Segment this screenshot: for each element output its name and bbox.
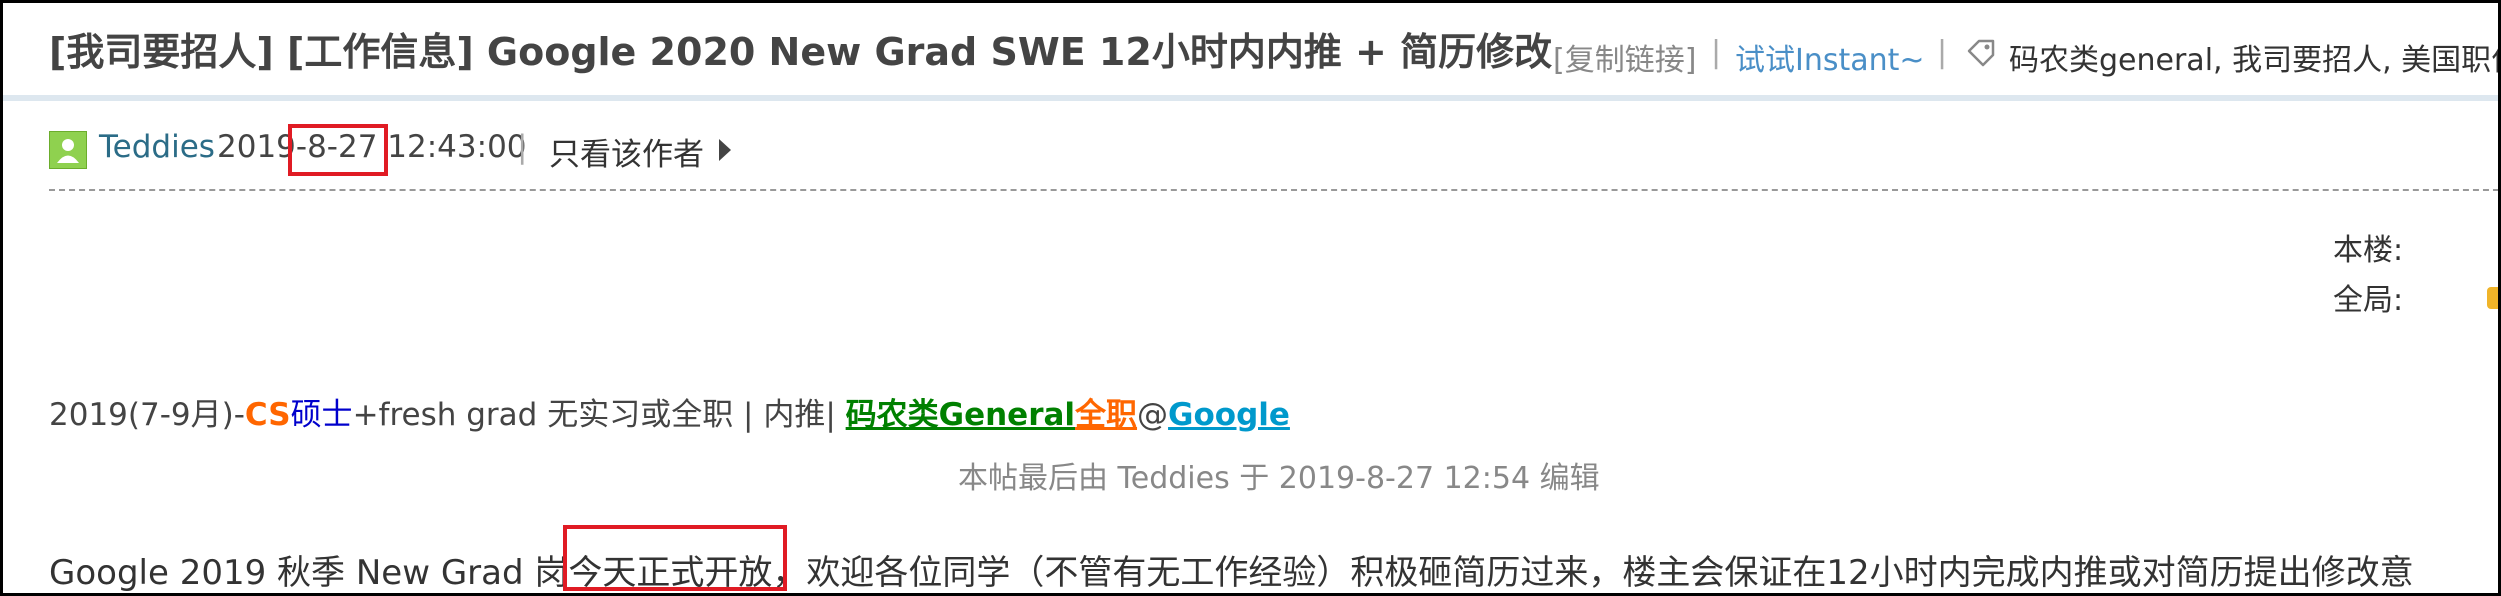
opening-highlight-box [563, 525, 787, 591]
global-rating-label: 全局: [2333, 283, 2404, 318]
context-cs: CS [244, 397, 291, 433]
author-link[interactable]: Teddies [99, 129, 215, 165]
thread-title: [我司要招人] [工作信息] Google 2020 New Grad SWE … [49, 30, 1553, 74]
instant-link[interactable]: 试试Instant~ [1735, 35, 1925, 79]
thread-header: [我司要招人] [工作信息] Google 2020 New Grad SWE … [3, 3, 2498, 101]
fulltime-link[interactable]: 全职 [1075, 397, 1137, 433]
context-at: @ [1137, 397, 1169, 433]
tag-icon [1967, 39, 1995, 67]
caret-right-icon[interactable] [719, 139, 731, 161]
separator: | [1711, 35, 1722, 70]
rating-badge-icon [2487, 287, 2498, 309]
edit-note: 本帖最后由 Teddies 于 2019-8-27 12:54 编辑 [958, 461, 1600, 496]
context-rest: +fresh grad 无实习或全职 | 内推| [352, 397, 846, 433]
separator: | [1937, 35, 1948, 70]
copy-link-button[interactable]: [复制链接] [1553, 35, 1696, 79]
context-period: 2019(7-9月)- [49, 397, 245, 433]
dashed-divider [49, 189, 2498, 191]
post-context-line: 2019(7-9月)-CS硕士+fresh grad 无实习或全职 | 内推| … [49, 389, 1290, 434]
separator: | [517, 129, 528, 165]
only-author-link[interactable]: 只看该作者 [549, 129, 704, 174]
post-body-text: Google 2019 秋季 New Grad 岗今天正式开放，欢迎各位同学（不… [49, 553, 2414, 593]
forum-post-frame: [我司要招人] [工作信息] Google 2020 New Grad SWE … [0, 0, 2501, 596]
category-link[interactable]: 码农类General [846, 397, 1075, 433]
thread-tags[interactable]: 码农类general, 我司要招人, 美国职位 [2009, 35, 2498, 79]
floor-rating-label: 本楼: [2333, 233, 2404, 268]
date-highlight-box [288, 124, 388, 176]
company-link[interactable]: Google [1168, 397, 1290, 433]
user-avatar-icon[interactable] [49, 131, 87, 169]
context-degree: 硕士 [290, 397, 353, 433]
